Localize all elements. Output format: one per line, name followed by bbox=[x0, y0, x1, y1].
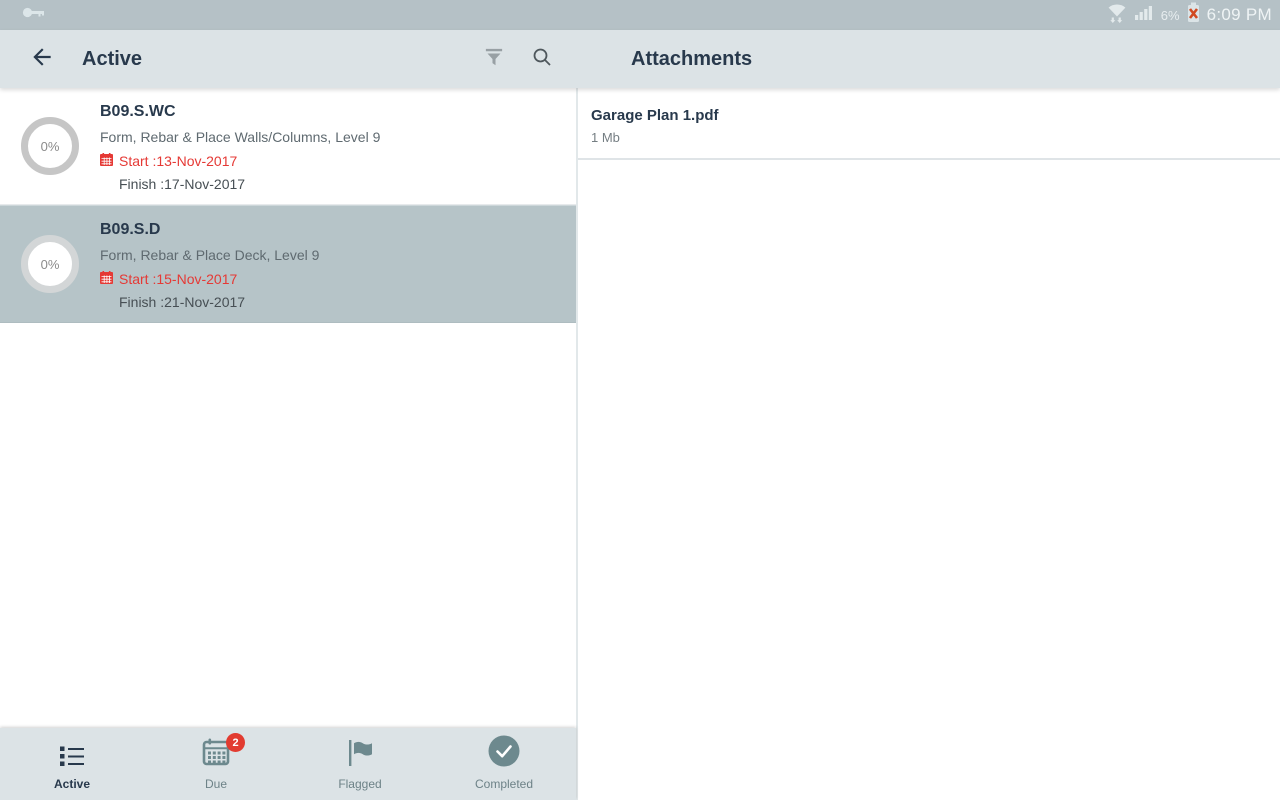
battery-percent: 6% bbox=[1160, 7, 1180, 23]
back-button[interactable] bbox=[20, 37, 64, 81]
task-row-selected[interactable]: 0% B09.S.D Form, Rebar & Place Deck, Lev… bbox=[0, 205, 576, 323]
key-icon bbox=[22, 6, 46, 24]
clock-time: 6:09 PM bbox=[1206, 5, 1272, 24]
tab-due[interactable]: 2 Due bbox=[144, 728, 288, 800]
search-icon bbox=[530, 45, 554, 74]
tab-label: Flagged bbox=[338, 777, 382, 791]
flag-icon bbox=[344, 738, 376, 773]
signal-strength-icon bbox=[1134, 5, 1154, 25]
filter-icon bbox=[481, 44, 507, 75]
tab-flagged[interactable]: Flagged bbox=[288, 728, 432, 800]
task-start-label: Start :13-Nov-2017 bbox=[119, 153, 238, 169]
task-description: Form, Rebar & Place Walls/Columns, Level… bbox=[100, 129, 381, 145]
attachment-name: Garage Plan 1.pdf bbox=[591, 107, 719, 124]
battery-dead-icon bbox=[1187, 2, 1200, 28]
filter-button[interactable] bbox=[472, 37, 516, 81]
page-title-active: Active bbox=[82, 47, 143, 70]
tab-completed[interactable]: Completed bbox=[432, 728, 576, 800]
task-start-label: Start :15-Nov-2017 bbox=[119, 271, 238, 287]
due-badge: 2 bbox=[226, 733, 245, 752]
tab-active[interactable]: Active bbox=[0, 728, 144, 800]
task-finish-label: Finish :21-Nov-2017 bbox=[119, 294, 246, 310]
back-arrow-icon bbox=[29, 44, 55, 75]
task-finish-label: Finish :17-Nov-2017 bbox=[119, 176, 246, 192]
attachments-panel: Garage Plan 1.pdf 1 Mb bbox=[578, 88, 1280, 800]
calendar-red-icon bbox=[100, 150, 113, 173]
app-bar-right: Attachments bbox=[576, 30, 1280, 88]
status-bar: 6% 6:09 PM bbox=[0, 0, 1280, 30]
progress-value: 0% bbox=[21, 235, 79, 293]
attachment-size: 1 Mb bbox=[591, 130, 620, 145]
progress-value: 0% bbox=[21, 117, 79, 175]
task-list-panel: 0% B09.S.WC Form, Rebar & Place Walls/Co… bbox=[0, 88, 576, 728]
progress-ring: 0% bbox=[0, 97, 100, 195]
calendar-red-icon bbox=[100, 268, 113, 291]
attachment-divider bbox=[578, 158, 1280, 160]
task-start-row: Start :15-Nov-2017 bbox=[100, 268, 319, 291]
bottom-nav: Active 2 Due Flagged Completed bbox=[0, 728, 576, 800]
task-code: B09.S.WC bbox=[100, 103, 176, 120]
page-title-attachments: Attachments bbox=[631, 47, 753, 70]
app-bar: Active Attachments bbox=[0, 30, 1280, 88]
task-row[interactable]: 0% B09.S.WC Form, Rebar & Place Walls/Co… bbox=[0, 88, 576, 205]
wifi-icon bbox=[1106, 3, 1128, 28]
list-icon bbox=[58, 744, 86, 773]
task-start-row: Start :13-Nov-2017 bbox=[100, 150, 380, 173]
progress-ring: 0% bbox=[0, 215, 100, 313]
tab-label: Completed bbox=[474, 777, 534, 791]
tab-label: Active bbox=[53, 777, 91, 791]
check-circle-icon bbox=[487, 734, 521, 773]
task-code: B09.S.D bbox=[100, 221, 161, 238]
attachment-item[interactable]: Garage Plan 1.pdf 1 Mb bbox=[578, 88, 1280, 150]
search-button[interactable] bbox=[520, 37, 564, 81]
tab-label: Due bbox=[204, 777, 227, 791]
app-bar-left: Active bbox=[0, 30, 576, 88]
task-description: Form, Rebar & Place Deck, Level 9 bbox=[100, 247, 320, 263]
